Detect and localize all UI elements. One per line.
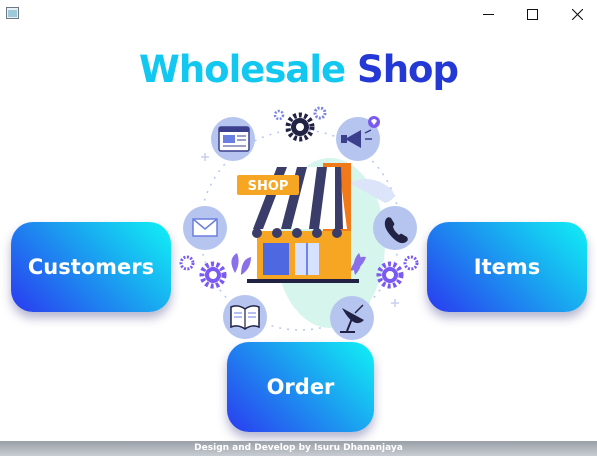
items-button[interactable]: Items	[427, 222, 587, 312]
shop-sign-text: SHOP	[248, 179, 289, 194]
maximize-icon	[526, 8, 538, 20]
phone-icon	[373, 206, 417, 250]
minimize-button[interactable]	[465, 0, 511, 28]
footer-text: Design and Develop by Isuru Dhananjaya	[194, 443, 403, 453]
maximize-button[interactable]	[509, 0, 555, 28]
minimize-icon	[482, 13, 494, 15]
shop-illustration: SHOP	[179, 106, 419, 340]
satellite-dish-icon	[330, 296, 374, 340]
close-icon	[571, 8, 583, 20]
order-button-label: Order	[266, 375, 335, 399]
purple-gear-icon	[199, 261, 227, 289]
small-gear-icon	[179, 255, 195, 271]
order-button[interactable]: Order	[227, 342, 374, 432]
browser-window-icon	[211, 117, 255, 161]
small-gear-icon	[313, 106, 327, 120]
gear-icon	[285, 112, 315, 142]
footer-credit: Design and Develop by Isuru Dhananjaya	[0, 441, 597, 456]
app-title-word-1: Wholesale	[139, 48, 346, 91]
book-icon	[223, 295, 267, 339]
customers-button-label: Customers	[27, 255, 155, 279]
close-button[interactable]	[554, 0, 597, 28]
window-titlebar	[0, 0, 597, 28]
shop-building: SHOP	[237, 163, 359, 283]
mail-icon	[183, 206, 227, 250]
app-title-word-2: Shop	[357, 48, 459, 91]
small-gear-icon	[403, 255, 419, 271]
window-app-icon	[6, 7, 19, 19]
small-gear-icon	[273, 109, 285, 121]
app-title: Wholesale Shop	[0, 48, 597, 91]
items-button-label: Items	[473, 255, 541, 279]
customers-button[interactable]: Customers	[11, 222, 171, 312]
megaphone-icon	[336, 116, 380, 161]
